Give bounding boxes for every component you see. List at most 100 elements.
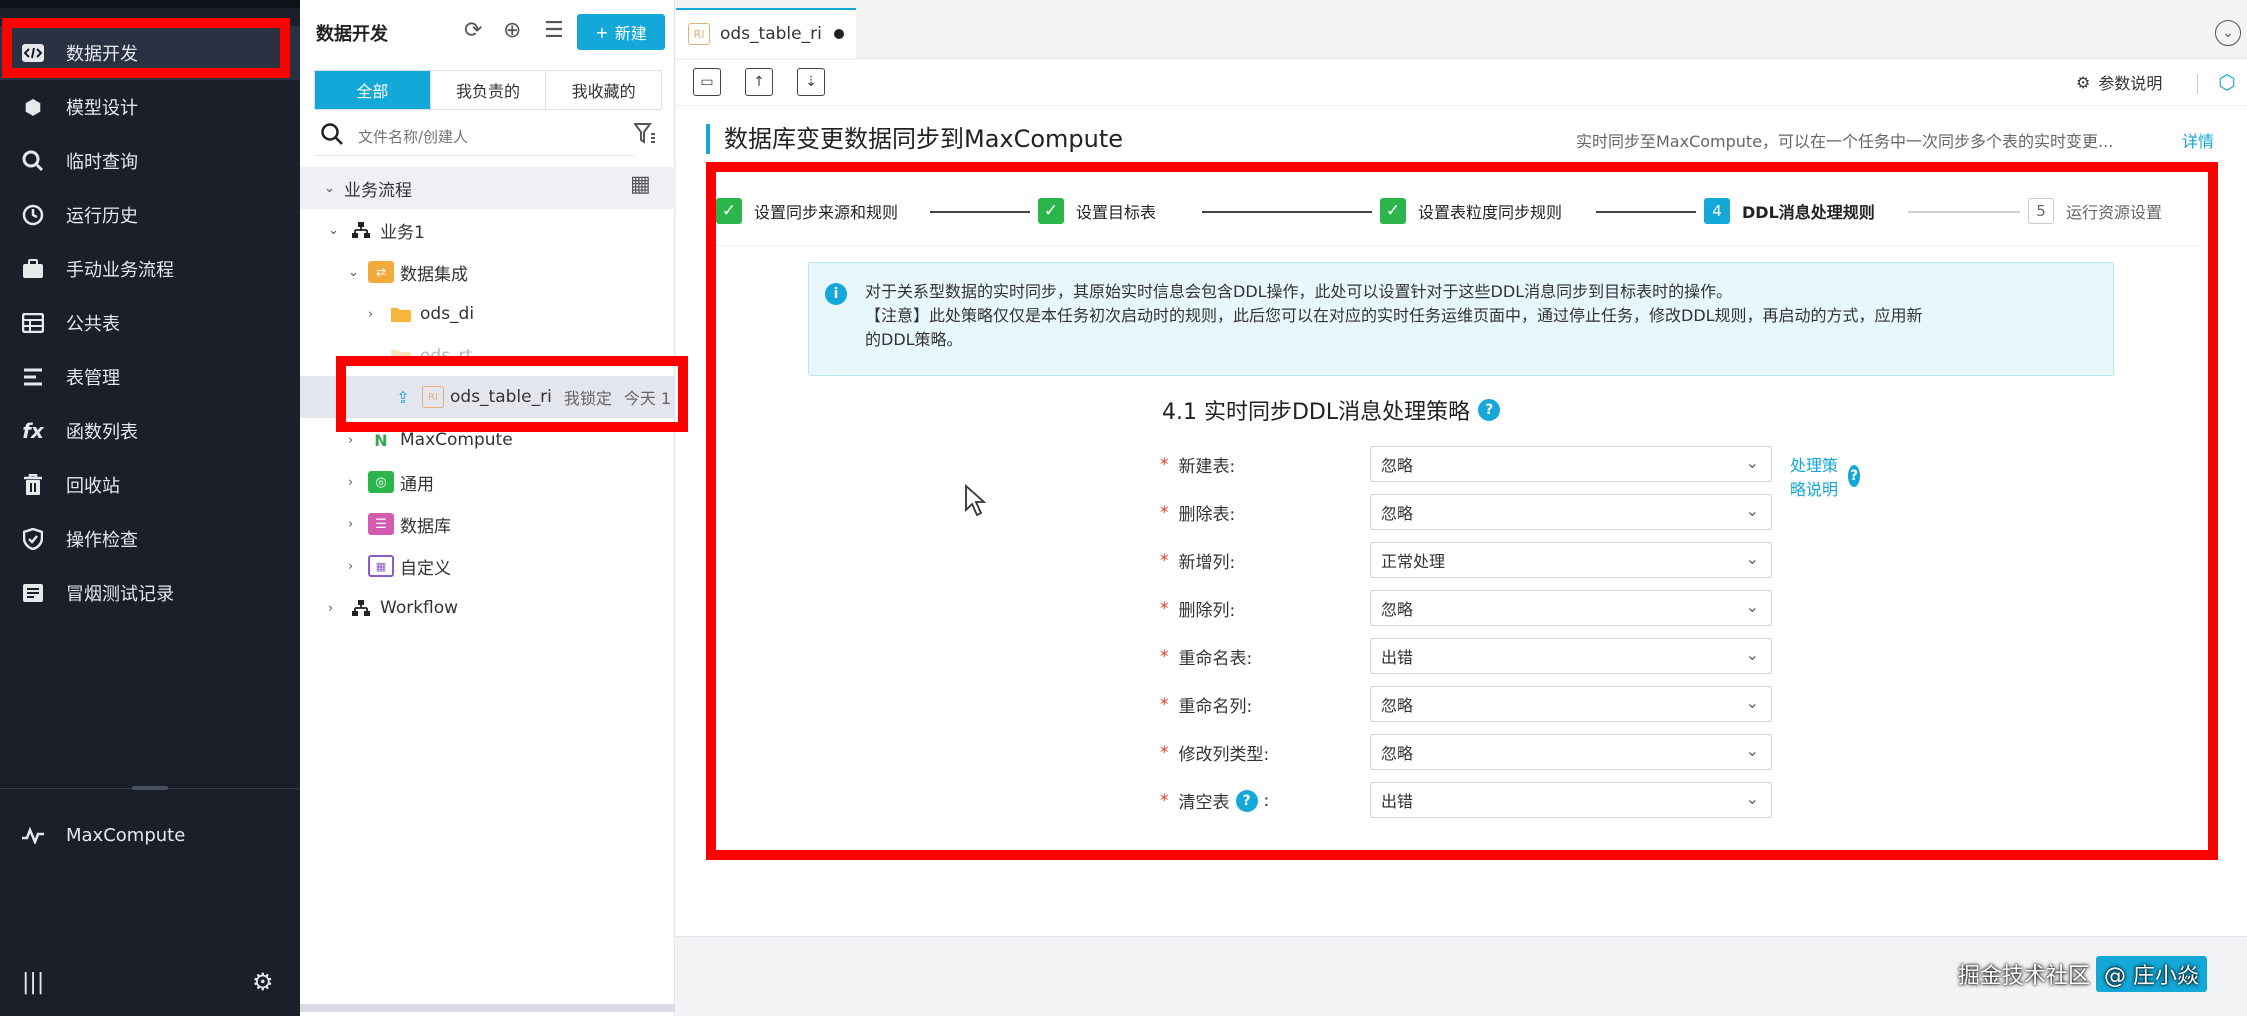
database-icon: ☰	[368, 513, 394, 535]
new-button[interactable]: + 新建	[577, 14, 665, 50]
function-icon: fx	[22, 419, 44, 443]
menu-icon[interactable]: ☰	[544, 18, 564, 43]
nav-item-label: 表管理	[66, 368, 120, 389]
hexagon-icon[interactable]: ⬡	[2215, 70, 2239, 94]
nav-item-label: 公共表	[66, 314, 120, 335]
highlight-box-file	[336, 356, 688, 432]
nav-item-operation-check[interactable]: 操作检查	[0, 512, 300, 566]
watermark-author: @ 庄小焱	[2096, 956, 2208, 992]
search-input[interactable]	[358, 127, 618, 146]
tree-title: 数据开发	[316, 24, 388, 45]
tab-mine[interactable]: 我负责的	[431, 71, 547, 109]
detail-link[interactable]: 详情	[2182, 128, 2214, 152]
nav-item-function-list[interactable]: fx 函数列表	[0, 404, 300, 458]
locate-icon[interactable]: ⊕	[503, 18, 521, 43]
search-icon	[20, 148, 46, 174]
grid-icon[interactable]: ▦	[630, 172, 651, 197]
tab-label: ods_table_ri	[720, 24, 822, 44]
realtime-file-icon: RI	[688, 23, 710, 45]
nav-item-label: 函数列表	[66, 422, 138, 443]
chevron-right-icon: ›	[348, 558, 354, 574]
briefcase-icon	[20, 256, 46, 282]
chevron-right-icon: ›	[348, 474, 354, 490]
tree-node-custom[interactable]: › ▦ 自定义	[348, 546, 451, 586]
custom-icon: ▦	[368, 555, 394, 577]
editor-tabbar: RI ods_table_ri ⌄	[676, 8, 2247, 58]
nav-item-label: 手动业务流程	[66, 260, 174, 281]
hierarchy-icon	[348, 597, 374, 619]
shield-icon	[20, 526, 46, 552]
tree-node-business-flow[interactable]: ⌄ 业务流程	[324, 168, 412, 208]
trash-icon	[20, 472, 46, 498]
tab-favorites[interactable]: 我收藏的	[546, 71, 661, 109]
tree-node-label: MaxCompute	[400, 430, 513, 450]
nav-item-maxcompute[interactable]: MaxCompute	[0, 808, 300, 862]
nav-item-run-history[interactable]: 运行历史	[0, 188, 300, 242]
toolbar-divider	[2197, 74, 2198, 94]
save-icon[interactable]: ▭	[693, 68, 721, 96]
nav-item-label: 临时查询	[66, 152, 138, 173]
nav-item-label: 模型设计	[66, 98, 138, 119]
tree-node-general[interactable]: › ◎ 通用	[348, 462, 434, 502]
tree-node-label: 自定义	[400, 558, 451, 579]
nav-item-label: MaxCompute	[66, 824, 186, 846]
param-desc-label: 参数说明	[2098, 74, 2163, 93]
tree-node-workflow[interactable]: › Workflow	[328, 588, 458, 628]
tree-header: 数据开发 ⟳ ⊕ ☰ + 新建	[300, 8, 675, 58]
tree-node-biz1[interactable]: ⌄ 业务1	[328, 210, 425, 250]
gear-icon[interactable]: ⚙	[252, 968, 274, 996]
table-icon	[20, 310, 46, 336]
horizontal-scrollbar[interactable]	[300, 1004, 675, 1012]
chevron-down-icon: ⌄	[324, 180, 335, 196]
submit-icon[interactable]: ↑	[745, 68, 773, 96]
hierarchy-icon	[348, 219, 374, 241]
tree-node-database[interactable]: › ☰ 数据库	[348, 504, 451, 544]
chevron-right-icon: ›	[348, 432, 354, 448]
filter-icon[interactable]	[633, 122, 656, 150]
nav-item-temp-query[interactable]: 临时查询	[0, 134, 300, 188]
nav-item-table-manage[interactable]: 表管理	[0, 350, 300, 404]
tree-node-label: ods_di	[420, 304, 475, 324]
watermark: 掘金技术社区 @ 庄小焱	[1958, 956, 2208, 992]
tree-node-label: 数据集成	[400, 264, 468, 285]
nav-item-label: 回收站	[66, 476, 120, 497]
highlight-box-nav	[2, 18, 290, 78]
nav-item-public-table[interactable]: 公共表	[0, 296, 300, 350]
tree-node-label: 数据库	[400, 516, 451, 537]
nav-bottom-bar: ||| ⚙	[0, 950, 300, 1016]
chevron-right-icon: ›	[368, 306, 374, 322]
page-description: 实时同步至MaxCompute，可以在一个任务中一次同步多个表的实时变更...	[1576, 132, 2114, 151]
nav-item-smoke-test[interactable]: 冒烟测试记录	[0, 566, 300, 620]
new-button-label: 新建	[614, 24, 647, 43]
tree-node-data-integration[interactable]: ⌄ ⇄ 数据集成	[348, 252, 468, 292]
unsaved-dot-icon	[833, 29, 844, 39]
param-desc-button[interactable]: ⚙ 参数说明	[2076, 70, 2162, 94]
chevron-down-icon[interactable]: ⌄	[2215, 20, 2241, 46]
nav-item-label: 冒烟测试记录	[66, 584, 174, 605]
app-root: 数据开发 ⬢ 模型设计 临时查询 运行历史 手动业务流程 公共表 表管理 fx …	[0, 0, 2247, 1016]
refresh-icon[interactable]: ⟳	[464, 18, 482, 43]
publish-icon[interactable]: ⇣	[797, 68, 825, 96]
tab-all[interactable]: 全部	[315, 71, 431, 109]
chevron-down-icon: ⌄	[348, 264, 359, 280]
nav-item-label: 操作检查	[66, 530, 138, 551]
collapse-menu-icon[interactable]: |||	[22, 970, 44, 995]
chevron-right-icon: ›	[348, 516, 354, 532]
tree-filter-tabs: 全部 我负责的 我收藏的	[314, 70, 662, 110]
list-icon	[20, 364, 46, 390]
nav-item-recycle-bin[interactable]: 回收站	[0, 458, 300, 512]
nav-item-model-design[interactable]: ⬢ 模型设计	[0, 80, 300, 134]
maxcompute-icon: N	[374, 430, 388, 450]
tree-node-label: 业务1	[380, 222, 425, 243]
tree-node-ods-di[interactable]: › ods_di	[368, 294, 474, 334]
nav-item-manual-flow[interactable]: 手动业务流程	[0, 242, 300, 296]
highlight-box-wizard	[706, 162, 2218, 860]
integration-icon: ⇄	[368, 261, 394, 283]
tree-node-label: 通用	[400, 474, 434, 495]
tab-ods-table-ri[interactable]: RI ods_table_ri	[676, 8, 856, 58]
nav-topbar	[0, 0, 300, 8]
nav-resize-grip[interactable]	[132, 786, 168, 790]
search-icon	[320, 122, 344, 152]
folder-icon	[388, 303, 414, 325]
clock-icon	[20, 202, 46, 228]
